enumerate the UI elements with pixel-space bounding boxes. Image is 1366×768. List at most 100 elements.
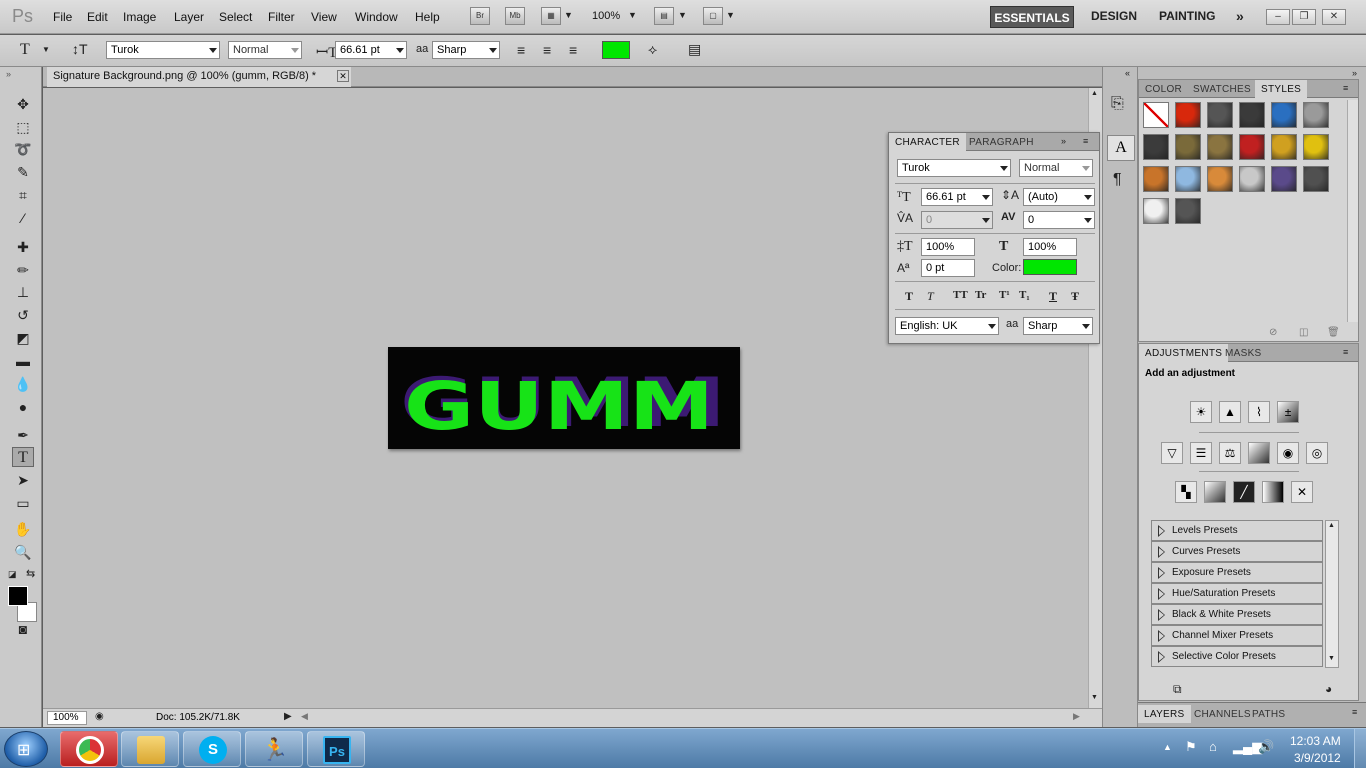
vibrance-icon[interactable]: ▽ — [1161, 442, 1183, 464]
styles-scrollbar[interactable] — [1347, 100, 1358, 322]
shape-tool-icon[interactable]: ▭ — [12, 493, 34, 513]
show-hidden-icons-icon[interactable]: ▲ — [1163, 742, 1172, 752]
style-swatch[interactable] — [1239, 102, 1265, 128]
strikethrough-button[interactable]: Ŧ — [1071, 289, 1079, 304]
chevron-down-icon[interactable]: ▼ — [726, 10, 735, 20]
style-swatch[interactable] — [1175, 198, 1201, 224]
style-swatch[interactable] — [1271, 102, 1297, 128]
preset-black-white[interactable]: Black & White Presets — [1151, 604, 1323, 625]
gradient-map-icon[interactable] — [1262, 481, 1284, 503]
char-tracking-select[interactable]: 0 — [1023, 211, 1095, 229]
warp-text-icon[interactable]: ⟡ — [648, 41, 657, 58]
default-colors-icon[interactable]: ◪ — [8, 569, 17, 580]
taskbar-explorer[interactable] — [121, 731, 179, 767]
clone-stamp-tool-icon[interactable]: ⊥ — [12, 282, 34, 302]
expand-icon[interactable]: » — [1061, 136, 1066, 146]
visibility-icon[interactable]: ◕ — [1325, 682, 1332, 696]
scroll-right-icon[interactable]: ▶ — [1073, 711, 1080, 722]
character-panel-icon[interactable]: ▤ — [688, 41, 701, 58]
style-swatch[interactable] — [1143, 198, 1169, 224]
zoom-tool-icon[interactable]: 🔍 — [12, 542, 34, 562]
preset-hue-saturation[interactable]: Hue/Saturation Presets — [1151, 583, 1323, 604]
char-size-select[interactable]: 66.61 pt — [921, 188, 993, 206]
panel-menu-icon[interactable]: ≡ — [1343, 347, 1348, 357]
menu-layer[interactable]: Layer — [174, 10, 204, 24]
document-image[interactable]: GUMM GUMM — [388, 347, 740, 449]
color-balance-icon[interactable]: ⚖ — [1219, 442, 1241, 464]
history-panel-icon[interactable]: ⎘ — [1111, 95, 1124, 113]
invert-icon[interactable]: ▚ — [1175, 481, 1197, 503]
expand-panel-icon[interactable]: » — [6, 69, 11, 79]
style-swatch[interactable] — [1207, 102, 1233, 128]
text-color-swatch[interactable] — [602, 41, 630, 59]
workspace-design[interactable]: DESIGN — [1091, 9, 1137, 23]
small-caps-button[interactable]: Tr — [975, 289, 986, 301]
superscript-button[interactable]: T¹ — [999, 289, 1010, 301]
style-swatch[interactable] — [1143, 166, 1169, 192]
tab-adjustments[interactable]: ADJUSTMENTS — [1139, 344, 1229, 362]
menu-file[interactable]: File — [53, 10, 72, 24]
menu-window[interactable]: Window — [355, 10, 398, 24]
volume-icon[interactable]: 🔊 — [1258, 739, 1274, 755]
menu-view[interactable]: View — [311, 10, 337, 24]
align-right-icon[interactable]: ≡ — [569, 42, 577, 58]
history-brush-tool-icon[interactable]: ↺ — [12, 305, 34, 325]
menu-edit[interactable]: Edit — [87, 10, 108, 24]
scroll-down-icon[interactable]: ▼ — [1091, 694, 1098, 701]
all-caps-button[interactable]: TT — [953, 289, 968, 301]
exposure-icon[interactable]: ± — [1277, 401, 1299, 423]
arrange-documents-button[interactable]: ▤ — [654, 7, 674, 25]
tab-color[interactable]: COLOR — [1139, 80, 1188, 98]
char-leading-select[interactable]: (Auto) — [1023, 188, 1095, 206]
move-tool-icon[interactable]: ✥ — [12, 94, 34, 114]
quick-selection-tool-icon[interactable]: ✎ — [12, 162, 34, 182]
more-workspaces-icon[interactable]: » — [1236, 8, 1244, 24]
font-style-select[interactable]: Normal — [228, 41, 302, 59]
zoom-level[interactable]: 100% — [592, 10, 620, 22]
underline-button[interactable]: T — [1049, 289, 1057, 304]
char-antialias-select[interactable]: Sharp — [1023, 317, 1093, 335]
panel-menu-icon[interactable]: ≡ — [1352, 707, 1357, 717]
screen-mode-button[interactable]: ▢ — [703, 7, 723, 25]
trash-icon[interactable]: 🗑 — [1327, 327, 1340, 338]
align-left-icon[interactable]: ≡ — [517, 42, 525, 58]
char-font-family-select[interactable]: Turok — [897, 159, 1011, 177]
workspace-essentials[interactable]: ESSENTIALS — [990, 6, 1074, 28]
taskbar-chrome[interactable] — [60, 731, 118, 767]
black-white-icon[interactable] — [1248, 442, 1270, 464]
char-hscale-field[interactable]: 100% — [1023, 238, 1077, 256]
char-vscale-field[interactable]: 100% — [921, 238, 975, 256]
threshold-icon[interactable]: ╱ — [1233, 481, 1255, 503]
marquee-tool-icon[interactable]: ⬚ — [12, 117, 34, 137]
gradient-tool-icon[interactable]: ▬ — [12, 351, 34, 371]
style-swatch[interactable] — [1207, 134, 1233, 160]
bridge-button[interactable]: Br — [470, 7, 490, 25]
preset-curves[interactable]: Curves Presets — [1151, 541, 1323, 562]
scroll-left-icon[interactable]: ◀ — [301, 711, 308, 722]
hand-tool-icon[interactable]: ✋ — [12, 519, 34, 539]
collapse-panels-icon[interactable]: » — [1352, 68, 1357, 78]
lasso-tool-icon[interactable]: ➰ — [12, 139, 34, 159]
preset-selective-color[interactable]: Selective Color Presets — [1151, 646, 1323, 667]
scroll-up-icon[interactable]: ▲ — [1328, 522, 1335, 529]
char-kerning-select[interactable]: 0 — [921, 211, 993, 229]
show-desktop-button[interactable] — [1354, 729, 1366, 768]
menu-help[interactable]: Help — [415, 10, 440, 24]
clip-to-layer-icon[interactable]: ⧉ — [1173, 682, 1182, 697]
style-swatch[interactable] — [1303, 102, 1329, 128]
scroll-up-icon[interactable]: ▲ — [1091, 90, 1098, 97]
tab-swatches[interactable]: SWATCHES — [1187, 80, 1257, 98]
type-tool-icon[interactable]: T — [20, 41, 30, 59]
panel-menu-icon[interactable]: ≡ — [1343, 83, 1348, 93]
style-swatch[interactable] — [1303, 166, 1329, 192]
minibridge-button[interactable]: Mb — [505, 7, 525, 25]
no-style-icon[interactable]: ⊘ — [1269, 327, 1277, 338]
preset-levels[interactable]: Levels Presets — [1151, 520, 1323, 541]
collapse-icon[interactable]: « — [1125, 68, 1130, 78]
path-selection-tool-icon[interactable]: ➤ — [12, 470, 34, 490]
style-swatch[interactable] — [1207, 166, 1233, 192]
faux-bold-button[interactable]: T — [905, 289, 913, 304]
type-tool-icon[interactable]: T — [12, 447, 34, 467]
channel-mixer-icon[interactable]: ◎ — [1306, 442, 1328, 464]
start-button[interactable]: ⊞ — [4, 731, 48, 767]
